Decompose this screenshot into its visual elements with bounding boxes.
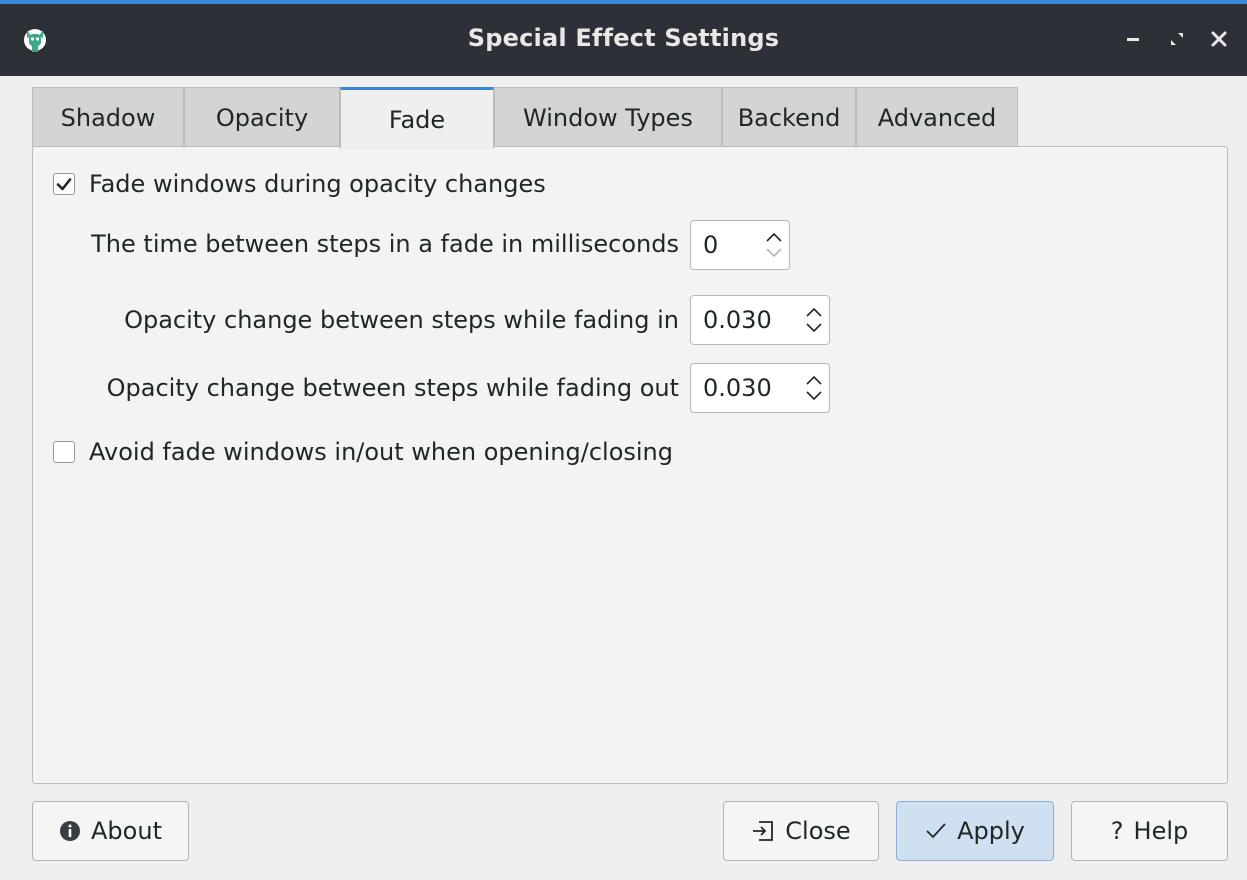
fade-windows-checkbox[interactable] xyxy=(53,173,75,195)
about-button[interactable]: About xyxy=(32,801,189,861)
apply-button-label: Apply xyxy=(957,817,1025,845)
fade-in-step-value: 0.030 xyxy=(703,306,772,334)
fade-delta-label: The time between steps in a fade in mill… xyxy=(91,230,679,258)
fade-in-step-row: Opacity change between steps while fadin… xyxy=(49,305,679,335)
fade-out-step-value: 0.030 xyxy=(703,374,772,402)
tab-opacity[interactable]: Opacity xyxy=(184,87,340,147)
title-bar[interactable]: Special Effect Settings xyxy=(0,0,1247,76)
spin-down-icon[interactable] xyxy=(764,247,784,259)
fade-delta-row: The time between steps in a fade in mill… xyxy=(49,229,679,259)
fade-delta-spinbox[interactable]: 0 xyxy=(690,220,790,270)
no-fading-openclose-row[interactable]: Avoid fade windows in/out when opening/c… xyxy=(53,438,673,466)
fade-panel: Fade windows during opacity changes The … xyxy=(32,146,1228,784)
tab-fade[interactable]: Fade xyxy=(340,87,494,149)
checkmark-icon xyxy=(925,821,947,841)
about-button-label: About xyxy=(91,817,162,845)
help-button[interactable]: ? Help xyxy=(1071,801,1228,861)
help-button-label: Help xyxy=(1133,817,1189,845)
close-window-icon[interactable] xyxy=(1204,24,1234,54)
maximize-icon[interactable] xyxy=(1162,24,1192,54)
tab-bar: Shadow Opacity Fade Window Types Backend… xyxy=(32,87,1018,149)
tab-window-types[interactable]: Window Types xyxy=(494,87,722,147)
apply-button[interactable]: Apply xyxy=(896,801,1054,861)
fade-in-step-spinbox[interactable]: 0.030 xyxy=(690,295,830,345)
no-fading-openclose-checkbox[interactable] xyxy=(53,441,75,463)
spin-up-icon[interactable] xyxy=(804,306,824,318)
settings-window: Special Effect Settings Shadow Opacity F… xyxy=(0,0,1247,880)
fade-out-step-row: Opacity change between steps while fadin… xyxy=(49,373,679,403)
close-button[interactable]: Close xyxy=(723,801,879,861)
tab-advanced[interactable]: Advanced xyxy=(856,87,1018,147)
tab-shadow[interactable]: Shadow xyxy=(32,87,184,147)
exit-icon xyxy=(751,820,775,842)
minimize-icon[interactable] xyxy=(1118,24,1148,54)
checkmark-icon xyxy=(56,178,72,191)
fade-windows-row[interactable]: Fade windows during opacity changes xyxy=(53,170,546,198)
close-button-label: Close xyxy=(785,817,851,845)
fade-windows-label: Fade windows during opacity changes xyxy=(89,170,546,198)
spin-up-icon[interactable] xyxy=(764,231,784,243)
fade-out-step-label: Opacity change between steps while fadin… xyxy=(106,374,679,402)
window-title: Special Effect Settings xyxy=(467,24,780,52)
tab-backend[interactable]: Backend xyxy=(722,87,856,147)
info-circle-icon xyxy=(59,820,81,842)
spin-up-icon[interactable] xyxy=(804,374,824,386)
spin-down-icon[interactable] xyxy=(804,322,824,334)
spin-down-icon[interactable] xyxy=(804,390,824,402)
fade-delta-value: 0 xyxy=(703,231,719,259)
no-fading-openclose-label: Avoid fade windows in/out when opening/c… xyxy=(89,438,674,466)
fade-in-step-label: Opacity change between steps while fadin… xyxy=(124,306,679,334)
question-mark-icon: ? xyxy=(1110,817,1124,845)
fade-out-step-spinbox[interactable]: 0.030 xyxy=(690,363,830,413)
